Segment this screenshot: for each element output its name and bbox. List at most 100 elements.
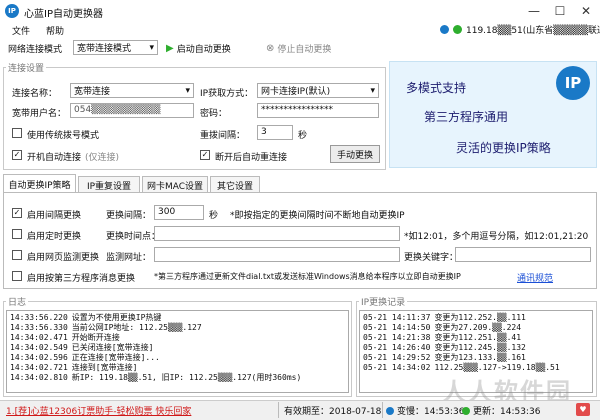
banner-line-1: 多模式支持 bbox=[406, 81, 467, 95]
account-input[interactable]: 054▒▒▒▒▒▒▒▒▒▒ bbox=[70, 103, 194, 118]
log-message: 当前公网IP地址: 112.25▒▒▒.127 bbox=[71, 323, 202, 332]
timed-hint: *如12:01，多个用逗号分隔，如12:01,21:20 bbox=[404, 232, 589, 242]
legacy-dial-checkbox[interactable] bbox=[12, 128, 22, 138]
log-line: 14:34:02.471 开始断开连接 bbox=[10, 333, 345, 343]
chevron-down-icon: ▾ bbox=[149, 42, 154, 53]
mode-label: 网络连接模式 bbox=[8, 45, 63, 55]
ip-log-time: 05-21 14:34:02 bbox=[363, 363, 431, 372]
manual-change-button[interactable]: 手动更换 bbox=[330, 145, 380, 163]
timed-input[interactable] bbox=[154, 226, 400, 241]
reconnect-label: 断开后自动重连接 bbox=[215, 153, 288, 163]
banner-line-3: 灵活的更换IP策略 bbox=[456, 141, 551, 155]
ip-log-time: 05-21 14:26:40 bbox=[363, 343, 431, 352]
web-monitor-checkbox[interactable] bbox=[12, 250, 22, 260]
stop-auto-change-button[interactable]: ⊗ 停止自动更换 bbox=[266, 42, 331, 55]
banner-line-2: 第三方程序通用 bbox=[424, 110, 509, 124]
password-label: 密码： bbox=[200, 109, 228, 119]
network-status-icon bbox=[440, 25, 449, 34]
timed-change-label: 启用定时更换 bbox=[27, 232, 82, 242]
chevron-down-icon: ▾ bbox=[185, 85, 190, 96]
log-line: 14:34:02.596 正在连接[宽带连接]... bbox=[10, 353, 345, 363]
log-time: 14:34:02.471 bbox=[10, 333, 68, 342]
ip-log-line: 05-21 14:29:52 变更为123.133.▒▒.161 bbox=[363, 353, 589, 363]
status-separator bbox=[278, 402, 279, 418]
close-button[interactable]: ✕ bbox=[576, 2, 596, 20]
mode-select[interactable]: 宽带连接模式 ▾ bbox=[73, 40, 158, 55]
ip-log-message: 变更为112.245.▒▒.132 bbox=[434, 343, 526, 352]
ip-log-message: 变更为27.209.▒▒.224 bbox=[434, 323, 522, 332]
ip-log-message: 112.25▒▒▒.127->119.18▒▒.51 bbox=[434, 363, 560, 372]
log-message: 设置为不使用更换IP热键 bbox=[71, 313, 162, 322]
log-line: 14:33:56.330 当前公网IP地址: 112.25▒▒▒.127 bbox=[10, 323, 345, 333]
ip-log-message: 变更为123.133.▒▒.161 bbox=[434, 353, 526, 362]
timed-field-label: 更换时间点： bbox=[106, 232, 161, 242]
ip-method-select[interactable]: 网卡连接IP(默认) ▾ bbox=[257, 83, 379, 98]
timed-change-checkbox[interactable] bbox=[12, 229, 22, 239]
menu-help[interactable]: 帮助 bbox=[46, 24, 64, 37]
reconnect-checkbox[interactable]: ✓ bbox=[200, 150, 210, 160]
tab-auto-strategy[interactable]: 自动更换IP策略 bbox=[3, 174, 76, 193]
log-message: 正在连接[宽带连接]... bbox=[71, 353, 160, 362]
log-time: 14:33:56.330 bbox=[10, 323, 68, 332]
conn-name-value: 宽带连接 bbox=[74, 87, 111, 97]
current-ip-text: 119.18▒▒51(山东省▒▒▒▒▒联通) bbox=[466, 26, 600, 36]
clock-icon bbox=[386, 406, 394, 415]
protocol-link[interactable]: 通讯规范 bbox=[517, 271, 553, 284]
ip-log-time: 05-21 14:29:52 bbox=[363, 353, 431, 362]
ip-log-line: 05-21 14:14:50 变更为27.209.▒▒.224 bbox=[363, 323, 589, 333]
interval-change-checkbox[interactable]: ✓ bbox=[12, 208, 22, 218]
web-url-label: 监测网址： bbox=[106, 253, 152, 263]
interval-unit: 秒 bbox=[209, 211, 219, 221]
ip-log-time: 05-21 14:21:38 bbox=[363, 333, 431, 342]
interval-input[interactable]: 300 bbox=[154, 205, 204, 220]
log-line: 14:34:02.721 连接到[宽带连接] bbox=[10, 363, 345, 373]
current-ip-status: 119.18▒▒51(山东省▒▒▒▒▒联通) bbox=[440, 23, 600, 36]
log-message: 连接到[宽带连接] bbox=[71, 363, 138, 372]
log-message: 已关闭连接[宽带连接] bbox=[71, 343, 154, 352]
web-url-input[interactable] bbox=[154, 247, 400, 262]
log-time: 14:34:02.810 bbox=[10, 373, 68, 382]
app-logo-icon: IP bbox=[5, 4, 19, 18]
log-list[interactable]: 14:33:56.220 设置为不使用更换IP热键 14:33:56.330 当前公网… bbox=[6, 310, 349, 393]
time-status-2-text: 更新：14:53:36 bbox=[473, 407, 541, 417]
chevron-down-icon: ▾ bbox=[370, 85, 375, 96]
tab-ip-repeat[interactable]: IP重复设置 bbox=[78, 176, 140, 193]
retry-label: 重拨间隔： bbox=[200, 131, 246, 141]
auto-connect-checkbox[interactable]: ✓ bbox=[12, 150, 22, 160]
promo-link[interactable]: 1.[荐]心蓝12306订票助手-轻松购票 快乐回家 bbox=[6, 404, 191, 417]
log-line: 14:34:02.549 已关闭连接[宽带连接] bbox=[10, 343, 345, 353]
auto-connect-label: 开机自动连接 bbox=[27, 153, 82, 163]
password-input[interactable]: **************** bbox=[257, 103, 379, 118]
menu-file[interactable]: 文件 bbox=[12, 24, 30, 37]
interval-change-label: 启用间隔更换 bbox=[27, 211, 82, 221]
ip-log-time: 05-21 14:11:37 bbox=[363, 313, 431, 322]
minimize-button[interactable]: — bbox=[524, 2, 544, 20]
maximize-button[interactable]: ☐ bbox=[550, 2, 570, 20]
log-message: 开始断开连接 bbox=[71, 333, 120, 342]
start-label: 启动自动更换 bbox=[176, 45, 231, 55]
feedback-icon[interactable]: ♥ bbox=[576, 403, 590, 416]
start-auto-change-button[interactable]: ▶ 启动自动更换 bbox=[166, 42, 231, 55]
conn-name-select[interactable]: 宽带连接 ▾ bbox=[70, 83, 194, 98]
retry-interval-input[interactable]: 3 bbox=[257, 125, 293, 140]
log-time: 14:34:02.549 bbox=[10, 343, 68, 352]
tab-mac-settings[interactable]: 网卡MAC设置 bbox=[142, 176, 208, 193]
third-party-hint: *第三方程序通过更新文件dial.txt或发送标准Windows消息给本程序以立… bbox=[154, 272, 461, 281]
keyword-input[interactable] bbox=[455, 247, 591, 262]
ip-method-label: IP获取方式： bbox=[200, 89, 254, 99]
ip-log-message: 变更为112.252.▒▒.111 bbox=[434, 313, 526, 322]
third-party-checkbox[interactable] bbox=[12, 271, 22, 281]
log-line: 14:34:02.810 新IP: 119.18▒▒.51, 旧IP: 112.2… bbox=[10, 373, 345, 383]
refresh-icon bbox=[462, 406, 470, 415]
time-status-2: 更新：14:53:36 bbox=[462, 404, 540, 417]
window-title: 心蓝IP自动更换器 bbox=[24, 9, 103, 20]
ip-log-line: 05-21 14:21:38 变更为112.251.▒▒.41 bbox=[363, 333, 589, 343]
interval-hint: *即按指定的更换间隔时间不断地自动更换IP bbox=[230, 211, 405, 221]
log-title: 日志 bbox=[6, 295, 29, 308]
account-label: 宽带用户名： bbox=[12, 109, 67, 119]
log-line: 14:33:56.220 设置为不使用更换IP热键 bbox=[10, 313, 345, 323]
tab-other-settings[interactable]: 其它设置 bbox=[210, 176, 260, 193]
connected-status-icon bbox=[453, 25, 462, 34]
legacy-dial-label: 使用传统拨号模式 bbox=[27, 131, 100, 141]
mode-select-value: 宽带连接模式 bbox=[77, 44, 132, 54]
